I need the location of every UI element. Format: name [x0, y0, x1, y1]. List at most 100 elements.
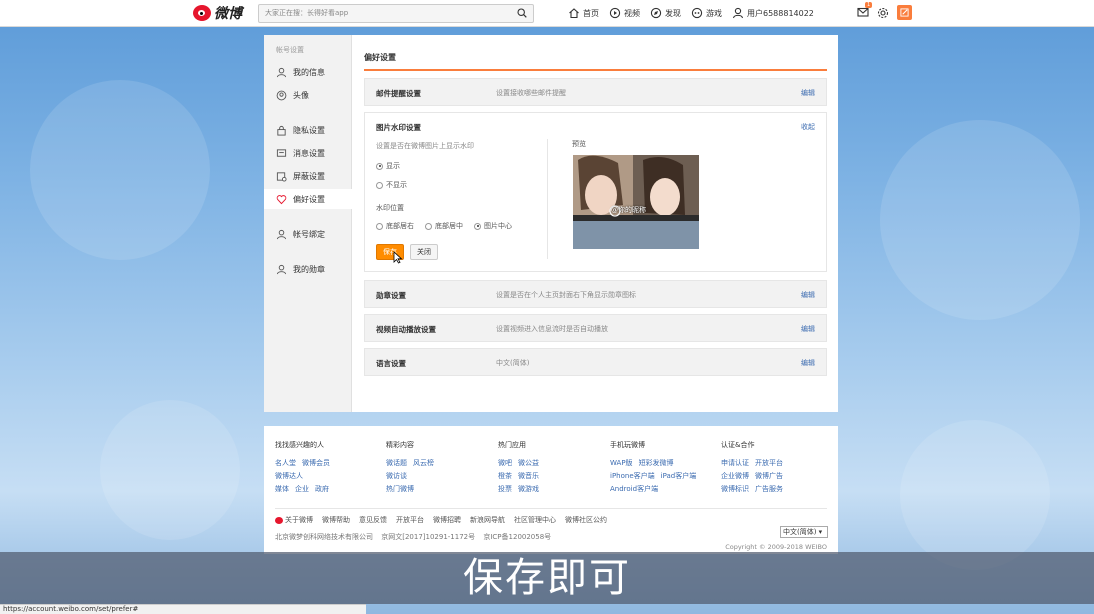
footer-link[interactable]: 微博会员 [302, 459, 330, 467]
search-icon[interactable] [517, 8, 527, 18]
footer-link[interactable]: 短彩发微博 [639, 459, 674, 467]
preview-photo [573, 155, 699, 249]
radio-label: 图片中心 [484, 222, 512, 230]
footer-link[interactable]: 微博标识 [721, 485, 749, 493]
radio-dot [376, 181, 383, 189]
sidebar-item-bind[interactable]: 帐号绑定 [264, 224, 352, 244]
sidebar-item-label: 我的信息 [293, 67, 325, 77]
footer-column: 认证&合作 申请认证 开放平台 企业微博 微博广告 微博标识 广告服务 [721, 440, 789, 496]
sidebar-item-label: 消息设置 [293, 148, 325, 158]
footer-column-title: 热门应用 [498, 441, 526, 449]
footer-link[interactable]: 微音乐 [518, 472, 539, 480]
footer-bottom-link[interactable]: 开放平台 [396, 515, 424, 525]
footer-link[interactable]: iPhone客户端 [610, 472, 655, 480]
compose-button[interactable] [897, 5, 912, 20]
setting-desc: 设置是否在个人主页封面右下角显示勋章图标 [496, 291, 636, 299]
sidebar-item-my-info[interactable]: 我的信息 [264, 62, 352, 82]
footer-link[interactable]: 开放平台 [755, 459, 783, 467]
footer-link[interactable]: 申请认证 [721, 459, 749, 467]
sidebar-item-block[interactable]: 屏蔽设置 [264, 166, 352, 186]
radio-hide[interactable]: 不显示 [376, 180, 407, 190]
footer-link[interactable]: 微吧 [498, 459, 512, 467]
footer-bottom-link[interactable]: 微博社区公约 [565, 515, 607, 525]
footer-links-line: 企业微博 微博广告 [721, 470, 789, 483]
footer-link[interactable]: 热门微博 [386, 485, 414, 493]
footer-link[interactable]: 微游戏 [518, 485, 539, 493]
footer-link[interactable]: 微访谈 [386, 472, 407, 480]
collapse-link[interactable]: 收起 [801, 122, 815, 132]
weibo-logo[interactable]: 微博 [193, 3, 242, 23]
close-button[interactable]: 关闭 [410, 244, 438, 260]
footer-column-title: 找找感兴趣的人 [275, 441, 324, 449]
nav-video[interactable]: 视频 [609, 5, 640, 21]
top-nav: 微博 大家正在搜：长得好看app 首页 视频 发现 游戏 用户658881402… [0, 0, 1094, 27]
setting-name: 图片水印设置 [376, 123, 421, 132]
sidebar-item-privacy[interactable]: 隐私设置 [264, 120, 352, 140]
nav-icons: 1 [857, 1, 912, 20]
footer-links-line: 微吧 微公益 [498, 457, 545, 470]
radio-show[interactable]: 显示 [376, 161, 400, 171]
footer-link[interactable]: 名人堂 [275, 459, 296, 467]
radio-bottom-center[interactable]: 底部居中 [425, 221, 463, 231]
settings-panel: 帐号设置 我的信息 头像 隐私设置 消息设置 屏蔽设置 偏好设置 帐号绑定 我的… [264, 35, 838, 412]
language-select[interactable]: 中文(简体) ▾ [780, 526, 828, 538]
sidebar-item-avatar[interactable]: 头像 [264, 85, 352, 105]
company-name: 北京微梦创科网络技术有限公司 [275, 533, 373, 541]
nav-game-label: 游戏 [706, 8, 722, 18]
user-icon [732, 7, 744, 19]
footer-link[interactable]: 微博达人 [275, 472, 303, 480]
footer-links-line: 投票 微游戏 [498, 483, 545, 496]
sidebar-item-label: 头像 [293, 90, 309, 100]
footer-link[interactable]: 媒体 [275, 485, 289, 493]
preview-label: 预览 [572, 140, 586, 148]
sidebar-item-preference[interactable]: 偏好设置 [264, 189, 353, 209]
nav-discover[interactable]: 发现 [650, 5, 681, 21]
footer-links-line: 申请认证 开放平台 [721, 457, 789, 470]
footer-link[interactable]: 企业 [295, 485, 309, 493]
footer-link[interactable]: 微话题 [386, 459, 407, 467]
about-weibo-link[interactable]: 关于微博 [275, 515, 313, 525]
medal-icon [276, 264, 287, 274]
license-text: 京网文[2017]10291-1172号 [381, 533, 476, 541]
footer-link[interactable]: Android客户端 [610, 485, 658, 493]
game-icon [691, 7, 703, 19]
sidebar: 帐号设置 我的信息 头像 隐私设置 消息设置 屏蔽设置 偏好设置 帐号绑定 我的… [264, 35, 353, 412]
video-subtitle: 保存即可 [463, 555, 631, 601]
footer-bottom-link[interactable]: 微博帮助 [322, 515, 350, 525]
footer-link[interactable]: 微博广告 [755, 472, 783, 480]
sidebar-item-medal[interactable]: 我的勋章 [264, 259, 352, 279]
footer-link[interactable]: 广告服务 [755, 485, 783, 493]
footer-links-line: 微话题 风云榜 [386, 457, 440, 470]
footer-link[interactable]: 政府 [315, 485, 329, 493]
avatar-icon [276, 90, 287, 100]
radio-bottom-right[interactable]: 底部居右 [376, 221, 414, 231]
edit-link[interactable]: 编辑 [801, 358, 815, 368]
gear-icon[interactable] [877, 7, 889, 19]
footer-link[interactable]: 投票 [498, 485, 512, 493]
footer-links-line: WAP版 短彩发微博 [610, 457, 702, 470]
edit-link[interactable]: 编辑 [801, 88, 815, 98]
footer-link[interactable]: WAP版 [610, 459, 633, 467]
footer-bottom-link[interactable]: 新浪网导航 [470, 515, 505, 525]
nav-game[interactable]: 游戏 [691, 5, 722, 21]
footer-link[interactable]: 企业微博 [721, 472, 749, 480]
footer-link[interactable]: 微公益 [518, 459, 539, 467]
footer-bottom-link[interactable]: 意见反馈 [359, 515, 387, 525]
edit-link[interactable]: 编辑 [801, 324, 815, 334]
footer-link[interactable]: 风云榜 [413, 459, 434, 467]
footer-bottom-link[interactable]: 社区管理中心 [514, 515, 556, 525]
search-input[interactable]: 大家正在搜：长得好看app [258, 4, 534, 23]
title-underline [364, 69, 827, 71]
radio-image-center[interactable]: 图片中心 [474, 221, 512, 231]
footer-bottom-link[interactable]: 微博招聘 [433, 515, 461, 525]
lock-icon [277, 125, 286, 136]
sidebar-item-message[interactable]: 消息设置 [264, 143, 352, 163]
footer-link[interactable]: iPad客户端 [661, 472, 697, 480]
setting-row-video: 视频自动播放设置 设置视频进入信息流时是否自动播放 编辑 [364, 314, 827, 342]
footer-link[interactable]: 橙茶 [498, 472, 512, 480]
nav-user[interactable]: 用户6588814022 [732, 5, 814, 21]
footer-links-line: 名人堂 微博会员 [275, 457, 336, 470]
mail-button[interactable]: 1 [857, 1, 873, 20]
nav-home[interactable]: 首页 [568, 5, 599, 21]
edit-link[interactable]: 编辑 [801, 290, 815, 300]
